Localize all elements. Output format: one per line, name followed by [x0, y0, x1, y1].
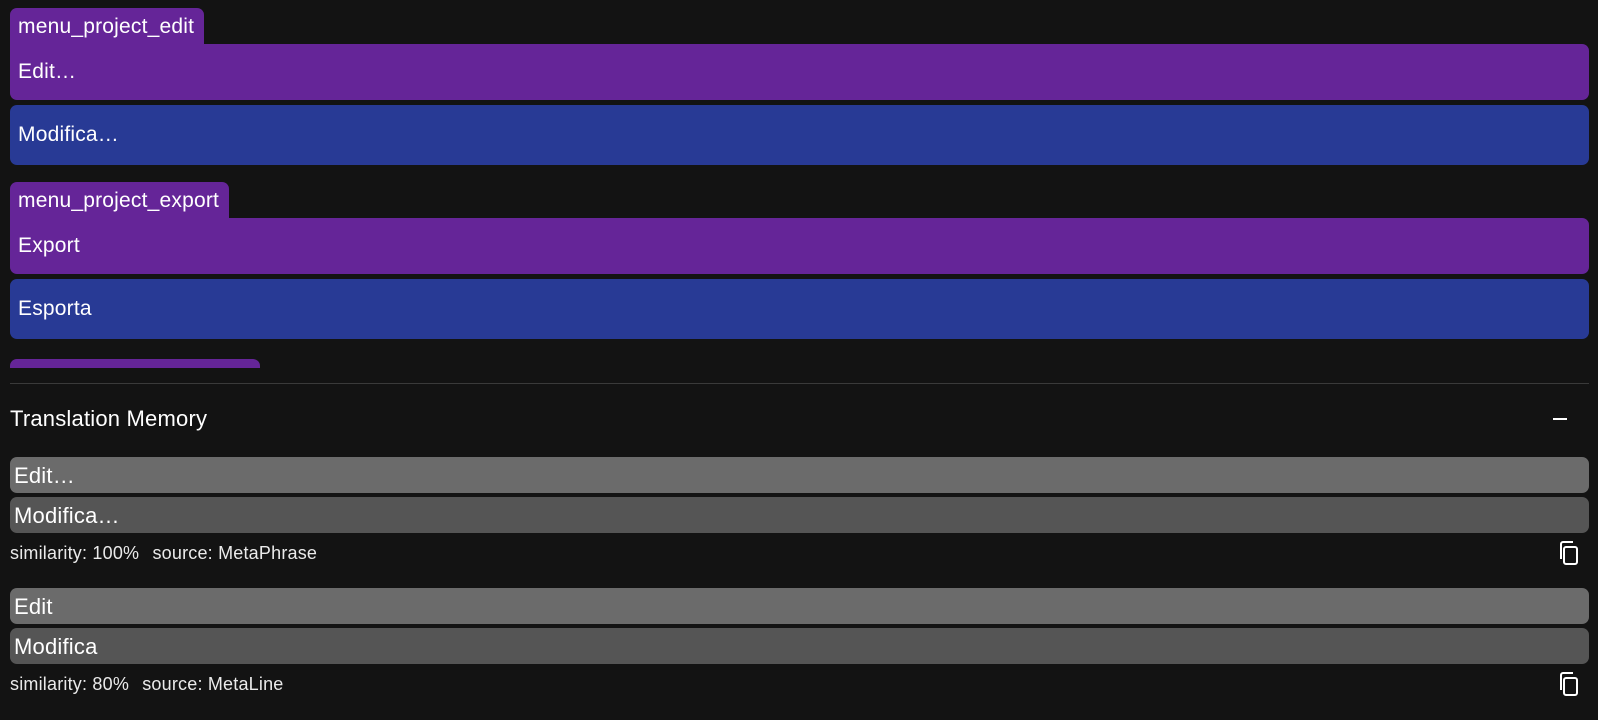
- tm-meta: similarity: 100% source: MetaPhrase: [10, 533, 1589, 573]
- source-text-row[interactable]: Edit…: [10, 44, 1589, 100]
- tm-source-text: Edit: [10, 588, 1589, 624]
- target-text-field[interactable]: Esporta: [10, 279, 1589, 339]
- translation-memory-list: Edit… Modifica… similarity: 100% source:…: [10, 457, 1589, 719]
- translation-memory-title: Translation Memory: [10, 406, 208, 431]
- entry-key-label: [10, 359, 260, 368]
- tm-similarity: similarity: 100%: [10, 543, 140, 563]
- copy-icon[interactable]: [1555, 539, 1583, 567]
- translation-entry: menu_project_export Export Esporta: [10, 182, 1589, 339]
- target-text-field[interactable]: Modifica…: [10, 105, 1589, 165]
- tm-source-origin: source: MetaLine: [142, 674, 284, 694]
- entry-key-label: menu_project_export: [10, 182, 230, 218]
- entry-key-label: menu_project_edit: [10, 8, 205, 44]
- tm-source-text: Edit…: [10, 457, 1589, 493]
- tm-suggestion: Edit… Modifica… similarity: 100% source:…: [10, 457, 1589, 573]
- translation-entry: menu_project_edit Edit… Modifica…: [10, 8, 1589, 165]
- tm-suggestion: Edit Modifica similarity: 80% source: Me…: [10, 588, 1589, 704]
- tm-target-text[interactable]: Modifica: [10, 628, 1589, 664]
- minus-icon[interactable]: [1549, 406, 1573, 430]
- tm-source-origin: source: MetaPhrase: [152, 543, 318, 563]
- tm-meta: similarity: 80% source: MetaLine: [10, 664, 1589, 704]
- tm-target-text[interactable]: Modifica…: [10, 497, 1589, 533]
- source-text-row[interactable]: Export: [10, 218, 1589, 274]
- translation-entry-partial: [10, 356, 1589, 368]
- translation-memory-header: Translation Memory: [10, 396, 1589, 440]
- translation-entries-list: menu_project_edit Edit… Modifica… menu_p…: [10, 8, 1589, 368]
- copy-icon[interactable]: [1555, 670, 1583, 698]
- panel-divider[interactable]: [10, 383, 1589, 384]
- tm-similarity: similarity: 80%: [10, 674, 130, 694]
